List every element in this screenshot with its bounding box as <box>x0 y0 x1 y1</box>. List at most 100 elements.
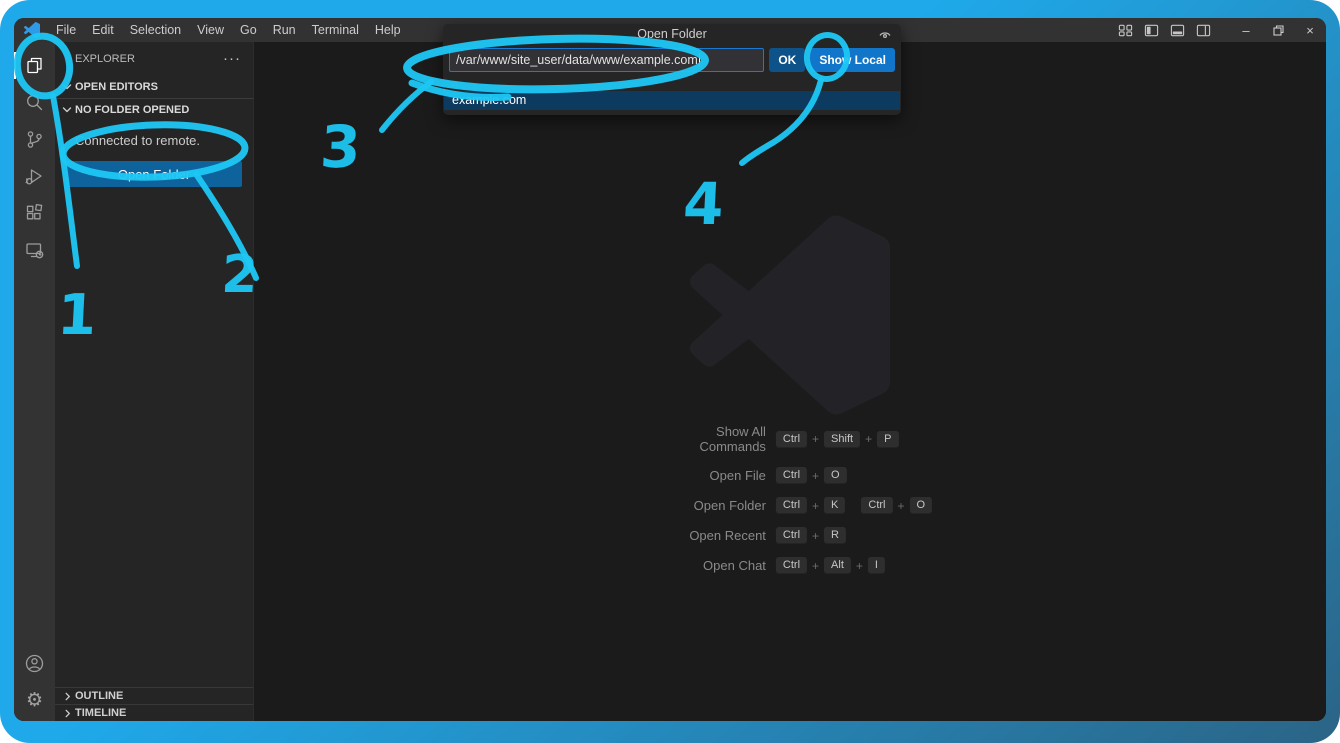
activitybar-explorer[interactable] <box>14 47 55 84</box>
show-local-button[interactable]: Show Local <box>810 48 895 72</box>
dialog-input-row: /var/www/site_user/data/www/example.com … <box>443 45 901 78</box>
open-folder-button[interactable]: Open Folder <box>66 161 242 187</box>
chevron-right-icon <box>59 688 75 704</box>
dialog-list-item-example-com[interactable]: example.com <box>444 91 900 110</box>
window-controls: – × <box>1230 18 1326 42</box>
menu-item-help[interactable]: Help <box>367 18 409 42</box>
connected-remote-text: Connected to remote. <box>66 133 242 148</box>
toggle-panel-icon[interactable] <box>1164 18 1190 42</box>
kbd-ctrl: Ctrl <box>861 497 892 514</box>
eye-icon[interactable] <box>878 28 892 42</box>
activitybar-extensions[interactable] <box>14 195 55 232</box>
explorer-sidebar: EXPLORER ··· OPEN EDITORS NO FOLDER OPEN… <box>55 42 254 721</box>
watermark-shortcuts: Show All Commands Ctrl + Shift + P Open File Ct… <box>648 424 932 574</box>
kbd-i: I <box>868 557 885 574</box>
more-actions-button[interactable]: ··· <box>223 54 241 64</box>
text-caret <box>699 53 700 67</box>
plus-separator: + <box>812 559 819 573</box>
kbd-r: R <box>824 527 846 544</box>
kbd-ctrl: Ctrl <box>776 557 807 574</box>
section-timeline-label: TIMELINE <box>75 707 126 719</box>
section-outline[interactable]: OUTLINE <box>55 687 253 704</box>
folder-path-input[interactable]: /var/www/site_user/data/www/example.com <box>449 48 764 72</box>
dialog-title: Open Folder <box>443 24 901 45</box>
shortcut-label: Open Recent <box>689 528 766 543</box>
ok-button[interactable]: OK <box>769 48 805 72</box>
kbd-k: K <box>824 497 845 514</box>
section-no-folder-opened-label: NO FOLDER OPENED <box>75 104 189 116</box>
customize-layout-icon[interactable] <box>1112 18 1138 42</box>
gear-icon: ⚙ <box>26 691 43 710</box>
shortcut-label: Open Chat <box>703 558 766 573</box>
kbd-ctrl: Ctrl <box>776 497 807 514</box>
menubar: FileEditSelectionViewGoRunTerminalHelp <box>48 18 409 42</box>
section-open-editors[interactable]: OPEN EDITORS <box>55 76 253 98</box>
menu-item-selection[interactable]: Selection <box>122 18 189 42</box>
open-folder-dialog: Open Folder /var/www/site_user/data/www/… <box>443 24 901 115</box>
extensions-icon <box>24 203 45 224</box>
activitybar-account[interactable] <box>14 645 55 682</box>
sidebar-title: EXPLORER <box>75 53 135 65</box>
shortcut-label: Open Folder <box>694 498 766 513</box>
layout-controls <box>1112 18 1216 42</box>
toggle-primary-sidebar-icon[interactable] <box>1138 18 1164 42</box>
plus-separator: + <box>812 469 819 483</box>
menu-item-run[interactable]: Run <box>265 18 304 42</box>
search-icon <box>24 92 45 113</box>
vscode-watermark-logo <box>690 215 890 415</box>
shortcut-keys: Ctrl + Alt + I <box>776 557 885 574</box>
plus-separator: + <box>812 432 819 446</box>
kbd-ctrl: Ctrl <box>776 527 807 544</box>
toggle-secondary-sidebar-icon[interactable] <box>1190 18 1216 42</box>
kbd-ctrl: Ctrl <box>776 431 807 448</box>
plus-separator: + <box>812 529 819 543</box>
chevron-down-icon <box>59 79 75 95</box>
plus-separator: + <box>856 559 863 573</box>
menu-item-go[interactable]: Go <box>232 18 265 42</box>
activitybar-settings[interactable]: ⚙ <box>14 682 55 719</box>
kbd-shift: Shift <box>824 431 860 448</box>
restore-button[interactable] <box>1262 18 1294 42</box>
sidebar-header: EXPLORER ··· <box>55 42 253 76</box>
vscode-window: FileEditSelectionViewGoRunTerminalHelp – <box>14 18 1326 721</box>
no-folder-pane: Connected to remote. Open Folder <box>55 121 253 187</box>
section-timeline[interactable]: TIMELINE <box>55 704 253 721</box>
files-icon <box>24 55 45 76</box>
active-indicator <box>14 52 16 79</box>
plus-separator: + <box>812 499 819 513</box>
source-control-icon <box>24 129 45 150</box>
section-open-editors-label: OPEN EDITORS <box>75 81 158 93</box>
plus-separator: + <box>898 499 905 513</box>
section-no-folder-opened[interactable]: NO FOLDER OPENED <box>55 98 253 121</box>
shortcut-label: Open File <box>710 468 766 483</box>
activitybar-run-debug[interactable] <box>14 158 55 195</box>
chevron-down-icon <box>59 102 75 118</box>
sidebar-bottom-sections: OUTLINE TIMELINE <box>55 687 253 721</box>
menu-item-view[interactable]: View <box>189 18 232 42</box>
menu-item-edit[interactable]: Edit <box>84 18 122 42</box>
run-debug-icon <box>24 166 45 187</box>
activitybar-remote-explorer[interactable] <box>14 232 55 269</box>
dialog-file-list: ..example.com <box>443 78 901 111</box>
close-button[interactable]: × <box>1294 18 1326 42</box>
main-content: ⚙ EXPLORER ··· OPEN EDITORS <box>14 42 1326 721</box>
minimize-button[interactable]: – <box>1230 18 1262 42</box>
chevron-right-icon <box>59 705 75 721</box>
shortcut-keys: Ctrl + R <box>776 527 846 544</box>
dialog-title-text: Open Folder <box>637 27 706 41</box>
shortcut-keys: Ctrl + Shift + P <box>776 431 899 448</box>
plus-separator: + <box>865 432 872 446</box>
menu-item-file[interactable]: File <box>48 18 84 42</box>
activitybar-source-control[interactable] <box>14 121 55 158</box>
dialog-list-item--[interactable]: .. <box>444 78 900 91</box>
shortcut-keys: Ctrl+KCtrl+O <box>776 497 932 514</box>
kbd-p: P <box>877 431 898 448</box>
kbd-alt: Alt <box>824 557 851 574</box>
shortcut-keys: Ctrl+O <box>776 467 847 484</box>
activitybar-search[interactable] <box>14 84 55 121</box>
editor-area: Show All Commands Ctrl + Shift + P Open File Ct… <box>254 42 1326 721</box>
menu-item-terminal[interactable]: Terminal <box>304 18 367 42</box>
folder-path-value: /var/www/site_user/data/www/example.com <box>456 53 698 67</box>
shortcut-label: Show All Commands <box>648 424 766 454</box>
activity-bar: ⚙ <box>14 42 55 721</box>
